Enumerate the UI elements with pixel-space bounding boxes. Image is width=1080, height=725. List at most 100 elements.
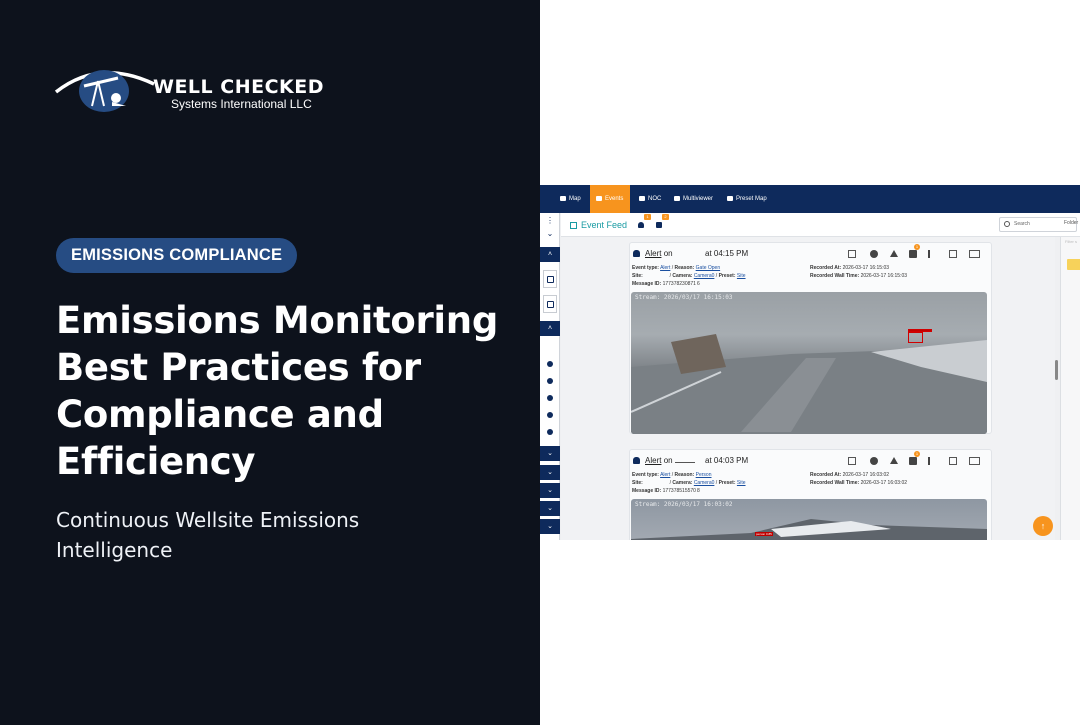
bell-icon[interactable] [547,361,553,367]
event-type-row: Event type: Alert / Reason: Person [632,472,712,478]
share-icon[interactable] [928,250,936,258]
camera-scene [631,334,987,434]
chevron-up-icon[interactable]: ˄ [540,247,560,262]
page-subtitle: Continuous Wellsite Emissions Intelligen… [56,505,476,565]
feed-header: Event Feed 1 2 Search [561,213,1080,237]
brand-logo: WELL CHECKED Systems International LLC [54,64,334,114]
cast-icon[interactable] [969,250,980,258]
bell-icon [633,250,640,257]
recorded-wall-time-row: Recorded Wall Time: 2026-03-17 16:03:02 [810,480,908,486]
chevron-down-icon[interactable]: ⌄ [540,483,560,498]
event-actions: 1 [848,451,988,467]
subtitle-line: Continuous Wellsite Emissions [56,508,360,532]
left-sidebar: ⋮ ⌄ ˄ ˄ ⌄ ⌄ ⌄ ⌄ ⌄ [540,213,560,540]
calendar-icon[interactable] [543,270,557,288]
event-card[interactable]: Alert on at 04:15 PM 1 Event type: Alert… [629,242,992,434]
warning-icon[interactable] [890,457,898,464]
open-external-icon[interactable] [949,457,957,465]
chevron-down-icon[interactable]: ⌄ [540,226,560,241]
tab-preset-map[interactable]: Preset Map [721,185,767,213]
notification-badge: 1 [644,214,651,220]
title-line: Emissions Monitoring [56,299,499,342]
camera-icon[interactable] [909,250,917,258]
gauge-icon[interactable] [547,412,553,418]
site-row: Site: / Camera: Camera0 / Preset: Site [632,480,746,486]
camera-snapshot[interactable]: Stream: 2026/03/17 16:15:03 [631,292,987,434]
event-actions: 1 [848,244,988,260]
tab-label: Preset Map [736,196,767,202]
tab-noc[interactable]: NOC [633,185,661,213]
title-line: Best Practices for [56,346,421,389]
open-external-icon[interactable] [949,250,957,258]
event-type-row: Event type: Alert / Reason: Gate Open [632,265,721,271]
site-row: Site: / Camera: Camera0 / Preset: Site [632,273,746,279]
message-id-row: Message ID: 177378515570 8 [632,488,700,494]
folders-panel: Filter s [1060,237,1080,540]
share-icon[interactable] [928,457,936,465]
chevron-down-icon[interactable]: ⌄ [540,446,560,461]
map-icon [560,195,566,201]
event-time: at 04:15 PM [705,249,749,258]
top-navigation: Map Events NOC Multiviewer Preset Map [540,185,1080,213]
event-alert-title: Alert on [645,456,695,465]
message-id-row: Message ID: 177378230871 6 [632,281,700,287]
check-icon[interactable] [870,250,878,258]
flame-icon[interactable] [547,378,553,384]
eye-icon[interactable] [547,395,553,401]
camera-icon [674,195,680,201]
brand-name: WELL CHECKED [153,76,325,98]
event-time: at 04:03 PM [705,456,749,465]
comment-icon[interactable] [848,250,856,258]
title-line: Compliance and [56,393,384,436]
camera-icon [639,195,645,201]
comment-icon[interactable] [848,457,856,465]
tab-map[interactable]: Map [554,185,581,213]
folders-label: Folder [1064,220,1079,226]
category-badge: EMISSIONS COMPLIANCE [56,238,298,273]
calendar-icon[interactable] [543,295,557,313]
event-feed: Alert on at 04:15 PM 1 Event type: Alert… [561,237,1055,540]
event-card[interactable]: Alert on at 04:03 PM 1 Event type: Alert… [629,449,992,540]
camera-icon[interactable] [909,457,917,465]
notification-badge: 1 [914,244,920,250]
check-icon[interactable] [870,457,878,465]
image-timestamp: Stream: 2026/03/17 16:03:02 [635,501,733,508]
app-screenshot: Map Events NOC Multiviewer Preset Map ⋮ … [540,185,1080,540]
target-icon[interactable] [547,429,553,435]
calendar-icon [596,195,602,201]
folder-icon[interactable] [1067,259,1080,270]
hero-panel: WELL CHECKED Systems International LLC E… [0,0,540,725]
detection-label-bar [908,329,932,332]
detection-box [908,332,923,343]
detection-label: person 0.85 [755,532,773,536]
chevron-up-icon[interactable]: ˄ [540,321,560,336]
warning-icon[interactable] [890,250,898,257]
bell-icon [633,457,640,464]
feed-scrollbar[interactable] [1055,360,1058,380]
chevron-down-icon[interactable]: ⌄ [540,519,560,534]
camera-snapshot[interactable]: Stream: 2026/03/17 16:03:02 person 0.85 [631,499,987,540]
feed-title: Event Feed [581,220,628,230]
tab-label: Map [569,196,581,202]
image-timestamp: Stream: 2026/03/17 16:15:03 [635,294,733,301]
tab-label: NOC [648,196,662,202]
chevron-down-icon[interactable]: ⌄ [540,465,560,480]
chevron-down-icon[interactable]: ⌄ [540,501,560,516]
bell-icon[interactable] [638,222,644,228]
tab-label: Multiviewer [683,196,714,202]
tab-events[interactable]: Events [590,185,630,213]
tab-multiviewer[interactable]: Multiviewer [668,185,713,213]
calendar-icon[interactable] [656,222,662,228]
cast-icon[interactable] [969,457,980,465]
search-placeholder: Search [1014,221,1030,227]
search-icon [1004,221,1010,227]
scroll-top-button[interactable]: ↑ [1033,516,1053,536]
event-alert-title: Alert on [645,249,673,258]
recorded-at-row: Recorded At: 2026-03-17 16:15:03 [810,265,890,271]
subtitle-line: Intelligence [56,538,173,562]
notification-badge: 1 [914,451,920,457]
title-line: Efficiency [56,440,256,483]
brand-subtitle: Systems International LLC [171,97,312,111]
map-icon [727,195,733,201]
pumpjack-logo-icon [54,70,155,112]
